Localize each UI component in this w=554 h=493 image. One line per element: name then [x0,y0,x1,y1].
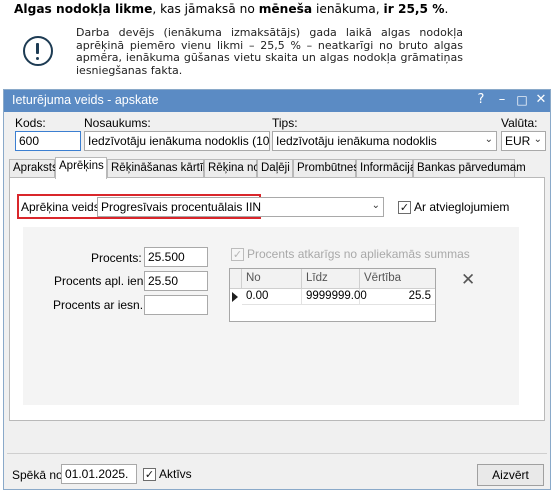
valuta-select[interactable]: EUR ⌄ [501,131,546,151]
tab-bankas-parvedumam[interactable]: Bankas pārvedumam [413,159,526,178]
deduction-type-window: Ieturējuma veids - apskate ? – □ ✕ Kods:… [3,89,551,490]
kods-label: Kods: [15,116,46,130]
chevron-down-icon: ⌄ [371,200,380,211]
maximize-icon[interactable]: □ [513,92,531,109]
percent-range-grid[interactable]: No Līdz Vērtība 0.00 9999999.00 25.5 [229,268,436,322]
procents-atkarigs-checkbox: ✓ [231,248,244,261]
tab-aprekins[interactable]: Aprēķins [55,157,107,179]
aprekina-veids-value: Progresīvais procentuālais IIN [101,200,262,214]
nosaukums-field[interactable]: Iedzīvotāju ienākuma nodoklis (1001) [84,131,270,151]
column-header-no[interactable]: No [242,269,302,289]
delete-row-icon[interactable]: ✕ [461,270,475,290]
chevron-down-icon: ⌄ [533,134,542,145]
chevron-down-icon: ⌄ [484,134,493,145]
close-button[interactable]: Aizvērt [477,464,544,486]
document-paragraph: Darba devējs (ienākuma izmaksātājs) gada… [76,26,463,77]
aprekina-veids-label: Aprēķina veids: [21,200,104,214]
procents-field[interactable]: 25.500 [144,247,208,267]
column-header-vertiba[interactable]: Vērtība [360,269,435,289]
valuta-label: Valūta: [501,116,538,130]
tab-daleji[interactable]: Daļēji [257,159,293,178]
window-titlebar[interactable]: Ieturējuma veids - apskate ? – □ ✕ [4,90,550,112]
close-icon[interactable]: ✕ [532,92,550,109]
ar-atvieglojumiem-checkbox[interactable]: ✓ [398,201,411,214]
row-pointer-icon [232,292,238,302]
procents-label: Procents: [91,251,142,265]
tab-informacija[interactable]: Informācija [356,159,416,178]
procents-ar-iesn-field[interactable] [144,295,208,315]
minimize-icon[interactable]: – [493,92,511,109]
footer-divider [7,453,547,454]
kods-field[interactable]: 600 [15,131,81,151]
table-cell-no[interactable]: 0.00 [242,289,302,305]
valuta-value: EUR [505,134,531,148]
tab-rekinasanas-kartiba[interactable]: Rēķināšanas kārtība [107,159,216,178]
table-cell-vertiba[interactable]: 25.5 [360,289,435,305]
speka-no-field[interactable]: 01.01.2025. [61,464,137,484]
ar-atvieglojumiem-label: Ar atvieglojumiem [414,200,510,214]
procents-atkarigs-label: Procents atkarīgs no apliekamās summas [247,247,470,261]
procents-apl-field[interactable]: 25.50 [144,271,208,291]
procents-apl-label: Procents apl. ien.: [54,274,151,288]
tab-rekina-no[interactable]: Rēķina no [204,159,260,178]
help-icon[interactable]: ? [472,92,490,109]
procents-ar-iesn-label: Procents ar iesn.: [53,298,147,312]
nosaukums-label: Nosaukums: [84,116,151,130]
tab-prombutnes[interactable]: Prombūtnes [293,159,359,178]
tips-value: Iedzīvotāju ienākuma nodoklis [276,134,437,148]
aktivs-checkbox[interactable]: ✓ [143,468,156,481]
aprekina-veids-select[interactable]: Progresīvais procentuālais IIN ⌄ [97,197,384,217]
table-cell-lidz[interactable]: 9999999.00 [302,289,367,305]
window-title: Ieturējuma veids - apskate [12,93,159,107]
tips-label: Tips: [272,116,298,130]
exclamation-icon [23,36,53,66]
speka-no-label: Spēkā no: [12,468,67,482]
tab-apraksts[interactable]: Apraksts [9,159,58,178]
column-header-lidz[interactable]: Līdz [302,269,360,289]
document-heading: Algas nodokļa likme, kas jāmaksā no mēne… [14,2,449,16]
tips-select[interactable]: Iedzīvotāju ienākuma nodoklis ⌄ [272,131,497,151]
grid-corner [230,269,242,289]
aktivs-label: Aktīvs [159,467,192,481]
